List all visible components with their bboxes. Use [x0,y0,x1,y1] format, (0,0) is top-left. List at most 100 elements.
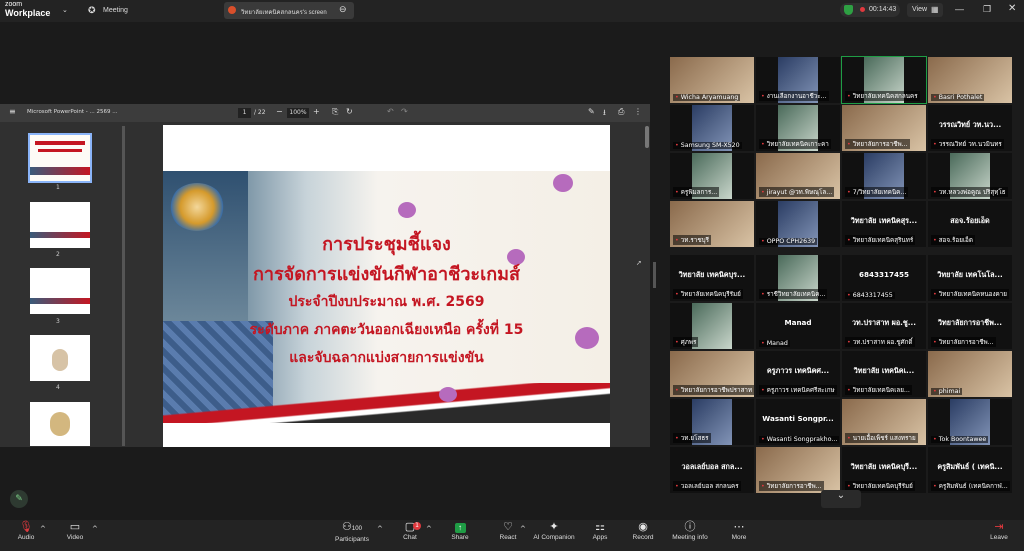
info-label: Meeting info [672,534,708,541]
participant-tile[interactable]: • วิทยาลัยเทคนิคเกาะคา [756,105,840,151]
participant-tile[interactable]: วิทยาลัยการอาชีพ... • วิทยาลัยการอาชีพ... [928,303,1012,349]
participant-tile[interactable]: • วท.ยโสธร [670,399,754,445]
participant-name-text: วรรณวิทย์ วท.นวมินทร [938,141,1002,148]
meeting-info-button[interactable]: ⓘ Meeting info [670,521,710,541]
print-icon[interactable]: ⎙ [618,107,624,117]
participant-name-text: วิทยาลัยเทคนิคหนองคาย [938,291,1007,298]
shared-screen-tab[interactable]: วิทยาลัยเทคนิคสกลนคร's screen [224,2,354,19]
participant-tile[interactable]: Manad • Manad [756,303,840,349]
participant-tile[interactable]: • วิทยาลัยการอาชีพ... [842,105,926,151]
participant-name: • วท.ราชบุรี [673,235,711,245]
participant-name: • ครูพิมลการ... [673,187,720,197]
video-options-icon[interactable]: ^ [92,525,98,533]
slide-title-line2: การจัดการแข่งขันกีฬาอาชีวะเกมส์ [252,264,520,285]
react-button[interactable]: ♡ React [494,521,522,541]
page-total: / 22 [254,109,266,116]
participant-tile[interactable]: • ราชีวิทยาลัยเทคนิค... [756,255,840,301]
participant-tile[interactable]: Wasanti Songpr... • Wasanti Songprakho... [756,399,840,445]
meeting-label[interactable]: Meeting [103,7,128,14]
download-icon[interactable]: ⭳ [603,107,606,121]
participant-tile[interactable]: สอจ.ร้อยเอ็ด • สอจ.ร้อยเอ็ด [928,201,1012,247]
redo-icon[interactable]: ↷ [401,107,408,116]
share-options-icon[interactable]: ⊖ [339,4,347,15]
undo-icon[interactable]: ↶ [387,107,394,116]
rotate-icon[interactable]: ↻ [346,107,353,116]
participant-name: • 7/วิทยาลัยเทคนิค... [845,187,909,197]
pdf-scrollbar[interactable] [645,126,649,148]
annotate-pencil-icon[interactable]: ✎ [10,490,28,508]
participants-options-icon[interactable]: ^ [377,525,383,533]
audio-options-icon[interactable]: ^ [40,525,46,533]
annotate-icon[interactable]: ✎ [588,107,595,116]
participant-tile[interactable]: • jirayut @วท.พิษณุโล... [756,153,840,199]
thumbnail-page[interactable] [30,402,90,446]
participant-tile[interactable]: • วิทยาลัยเทคนิคสกลนคร [841,56,927,104]
participant-tile[interactable]: วิทยาลัย เทคนิคบุร... • วิทยาลัยเทคนิคบุร… [670,255,754,301]
slide-page: การประชุมชี้แจง การจัดการแข่งขันกีฬาอาชี… [163,125,610,447]
video-button[interactable]: ▭ Video [60,521,90,541]
participant-name: • วท.ปราสาท ผอ.ชูศักดิ์ [845,337,915,347]
zoom-out-icon[interactable]: − [276,107,283,116]
page-number-input[interactable]: 1 [238,108,251,118]
view-button[interactable]: View ▦ [907,3,943,17]
participant-tile[interactable]: • วิทยาลัยการอาชีพปราสาท [670,351,754,397]
share-button[interactable]: ↑ Share [447,521,473,541]
participant-display-name: วิทยาลัย เทคโนโล... [937,270,1003,279]
participant-tile[interactable]: • ครูพิมลการ... [670,153,754,199]
participant-tile[interactable]: • นายเอื้อเพ็ชร์ แสงทราย [842,399,926,445]
participant-tile[interactable]: วิทยาลัย เทคโนโล... • วิทยาลัยเทคนิคหนองค… [928,255,1012,301]
participant-tile[interactable]: วท.ปราสาท ผอ.ชู... • วท.ปราสาท ผอ.ชูศักดิ… [842,303,926,349]
record-button[interactable]: ◉ Record [629,521,657,541]
thumbnail-page[interactable] [28,133,92,183]
thumbnail-page[interactable] [30,335,90,381]
thumbnail-page[interactable] [30,202,90,248]
restore-icon[interactable]: ❐ [983,4,991,15]
participant-tile[interactable]: • วท.หลวงพ่อคูณ ปริสุทฺโธ [928,153,1012,199]
minimize-icon[interactable]: — [955,4,964,14]
menu-icon[interactable]: ≡ [9,107,16,116]
participant-name: • 6843317455 [845,292,895,299]
participants-button[interactable]: ⚇100 Participants [330,521,374,543]
audio-button[interactable]: 🎙︎ Audio [10,521,42,541]
participant-tile[interactable]: • Tok Boontawee [928,399,1012,445]
chat-options-icon[interactable]: ^ [426,525,432,533]
participant-display-name: วท.ปราสาท ผอ.ชู... [852,318,916,327]
participant-tile[interactable]: วิทยาลัย เทคนิคสุร... • วิทยาลัยเทคนิคสุร… [842,201,926,247]
participant-tile[interactable]: ครูสิมพันธ์ ( เทคนิ... • ครูสิมพันธ์ (เทค… [928,447,1012,493]
participant-tile[interactable]: • วท.ราชบุรี [670,201,754,247]
participant-name-text: ครูพิมลการ... [680,189,718,196]
participant-tile[interactable]: • Basri Pothalet [928,57,1012,103]
participant-tile[interactable]: • วิทยาลัยการอาชีพ... [756,447,840,493]
participant-tile[interactable]: วิทยาลัย เทคนิคเ... • วิทยาลัยเทคนิคเลย..… [842,351,926,397]
fit-page-icon[interactable]: ⎘ [332,107,338,117]
participant-tile[interactable]: • 7/วิทยาลัยเทคนิค... [842,153,926,199]
participant-tile[interactable]: ครูภาวร เทคนิคศ... • ครูภาวร เทคนิคศรีสะเ… [756,351,840,397]
participant-tile[interactable]: วิทยาลัย เทคนิคบุรี... • วิทยาลัยเทคนิคบุ… [842,447,926,493]
participant-tile[interactable]: 6843317455 • 6843317455 [842,255,926,301]
thumbnail-scrollbar[interactable] [122,126,125,446]
participant-name-text: ครูภาวร เทคนิคศรีสะเกษ [766,387,835,394]
participant-name-text: วิทยาลัยการอาชีพ... [938,339,994,346]
sparkle-icon: ✦ [549,521,559,533]
participant-tile[interactable]: • phimai [928,351,1012,397]
thumbnail-page[interactable] [30,268,90,314]
participant-tile[interactable]: • ศุภพร [670,303,754,349]
leave-button[interactable]: ⇥ Leave [986,521,1012,541]
participant-tile[interactable]: • Wicha Aryamuang [670,57,754,103]
participant-tile[interactable]: • OPPO CPH2639 [756,201,840,247]
participant-tile[interactable]: • Samsung SM-X520 [670,105,754,151]
zoom-input[interactable]: 100% [287,108,309,118]
ai-companion-button[interactable]: ✦ AI Companion [532,521,576,541]
participant-tile[interactable]: วรรณวิทย์ วท.นว... • วรรณวิทย์ วท.นวมินทร [928,105,1012,151]
zoom-in-icon[interactable]: + [313,107,320,116]
menu-chevron-icon[interactable]: ⌄ [62,6,68,14]
close-icon[interactable]: ✕ [1008,3,1016,14]
split-handle[interactable] [653,262,656,288]
gallery-scroll-down-button[interactable]: ⌄ [821,490,861,508]
more-button[interactable]: ⋯ More [727,521,751,541]
react-options-icon[interactable]: ^ [520,525,526,533]
participant-tile[interactable]: วอลเลย์บอล สกล... • วอลเลย์บอล สกลนคร [670,447,754,493]
more-options-icon[interactable]: ⋮ [634,107,642,116]
apps-button[interactable]: ⚏ Apps [588,521,612,541]
participant-tile[interactable]: • งานเลือกงานอาชีวะ... [756,57,840,103]
